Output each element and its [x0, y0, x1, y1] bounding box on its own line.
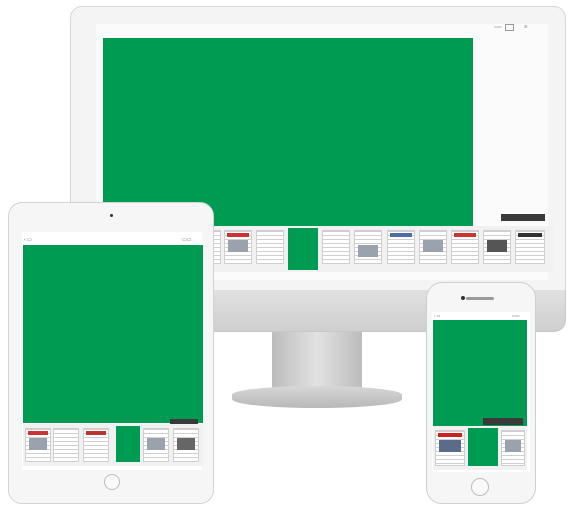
thumbnail-selected[interactable]	[468, 428, 498, 466]
pages-icon[interactable]	[505, 24, 514, 31]
desktop-thumbnail-strip[interactable]	[205, 226, 553, 272]
menu-icon[interactable]: ☰	[524, 24, 528, 29]
thumbnail[interactable]	[53, 428, 79, 462]
desktop-thumbnail-tooltip	[501, 214, 545, 221]
thumbnail[interactable]	[173, 428, 199, 462]
thumbnail-selected[interactable]	[288, 228, 318, 270]
thumbnail-selected[interactable]	[116, 426, 140, 462]
thumbnail[interactable]	[83, 428, 109, 462]
tablet-thumbnail-strip[interactable]	[23, 424, 203, 466]
menu-icon[interactable]: ▭▭	[512, 313, 520, 318]
thumbnail[interactable]	[501, 430, 525, 466]
thumbnail[interactable]	[435, 430, 465, 466]
thumbnail[interactable]	[256, 230, 284, 264]
view-icon[interactable]: ▭▭	[494, 24, 502, 29]
camera-icon	[110, 214, 113, 217]
desktop-page-viewer[interactable]	[103, 38, 473, 228]
desktop-monitor-stand	[272, 332, 362, 388]
thumbnail[interactable]	[515, 230, 545, 264]
status-bar	[24, 232, 200, 236]
desktop-monitor-foot	[232, 386, 402, 408]
thumbnail[interactable]	[387, 230, 415, 264]
camera-icon	[461, 296, 465, 300]
home-button[interactable]	[104, 474, 120, 490]
thumbnail[interactable]	[483, 230, 511, 264]
thumbnail[interactable]	[322, 230, 350, 264]
thumbnail[interactable]	[451, 230, 479, 264]
thumbnail[interactable]	[143, 428, 169, 462]
back-icon[interactable]: ‹ ▭	[434, 313, 440, 318]
menu-icon[interactable]: ▭▭	[182, 237, 191, 243]
home-button[interactable]	[471, 478, 489, 496]
phone-thumbnail-tooltip	[483, 418, 523, 425]
thumbnail[interactable]	[224, 230, 252, 264]
thumbnail[interactable]	[25, 428, 51, 462]
thumbnail[interactable]	[354, 230, 382, 264]
back-icon[interactable]: ‹ ▭	[24, 237, 32, 243]
speaker-icon	[466, 297, 494, 300]
phone-page-viewer[interactable]	[433, 320, 527, 426]
thumbnail[interactable]	[419, 230, 447, 264]
tablet-page-viewer[interactable]	[23, 245, 203, 423]
